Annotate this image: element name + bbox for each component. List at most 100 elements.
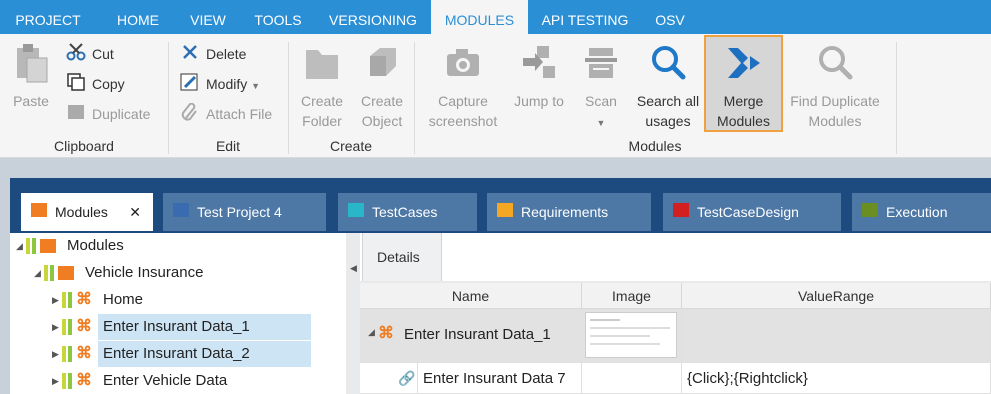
tab-label: TestCases	[372, 204, 438, 220]
create-folder-label: Create	[300, 93, 344, 109]
status-bars-icon	[62, 373, 74, 389]
value-range-text: {Click};{Rightclick}	[687, 370, 808, 387]
scan-button[interactable]: Scan ▼	[576, 42, 626, 133]
paperclip-icon	[180, 103, 200, 127]
magnifier-icon	[784, 42, 886, 89]
menu-tab-home[interactable]: HOME	[106, 0, 170, 34]
tab-test-project-4[interactable]: Test Project 4	[163, 193, 326, 231]
merge-modules-label: Merge	[723, 93, 764, 109]
tab-modules[interactable]: Modules ✕	[21, 193, 153, 231]
find-duplicate-modules-button[interactable]: Find Duplicate Modules	[784, 42, 886, 131]
expand-triangle-icon[interactable]: ▶	[52, 341, 59, 367]
tree-item-vehicle-insurance[interactable]: ◢ Vehicle Insurance	[10, 260, 346, 286]
column-header-image[interactable]: Image	[582, 283, 682, 309]
folder-icon	[348, 203, 364, 217]
duplicate-icon	[66, 103, 86, 127]
copy-label: Copy	[92, 76, 125, 92]
scissors-icon	[66, 43, 86, 67]
folder-icon	[31, 203, 47, 217]
tree-item-label: Enter Vehicle Data	[103, 372, 228, 389]
row-name: Enter Insurant Data_1	[404, 326, 551, 343]
tree-item-enter-insurant-data-2[interactable]: ▶ ⌘ Enter Insurant Data_2	[10, 341, 346, 367]
expand-triangle-icon[interactable]: ▶	[52, 287, 59, 313]
module-icon: ⌘	[76, 291, 92, 308]
copy-button[interactable]: Copy	[66, 73, 125, 95]
create-folder-button[interactable]: Create Folder	[294, 42, 350, 131]
capture-screenshot-button[interactable]: Capture screenshot	[424, 42, 502, 131]
folder-icon	[40, 239, 56, 253]
merge-modules-button[interactable]: Merge Modules	[706, 42, 781, 131]
capture-screenshot-label: Capture	[438, 93, 488, 109]
create-object-button[interactable]: Create Object	[354, 42, 410, 131]
chevron-left-icon[interactable]: ◀	[350, 263, 357, 274]
menu-tab-view[interactable]: VIEW	[180, 0, 236, 34]
tab-testcasedesign[interactable]: TestCaseDesign	[663, 193, 841, 231]
jump-to-button[interactable]: Jump to	[508, 42, 570, 111]
tree-item-modules[interactable]: ◢ Modules	[10, 233, 346, 259]
create-group-label: Create	[329, 138, 373, 154]
menu-tab-modules[interactable]: MODULES	[431, 0, 528, 34]
expand-triangle-icon[interactable]: ▶	[52, 368, 59, 394]
folder-icon	[673, 203, 689, 217]
delete-button[interactable]: Delete	[180, 43, 246, 65]
tab-label: Modules	[55, 204, 108, 220]
tree-item-label: Home	[103, 291, 144, 308]
close-icon[interactable]: ✕	[129, 193, 141, 231]
search-all-usages-button[interactable]: Search all usages	[630, 42, 706, 131]
copy-icon	[66, 73, 86, 97]
column-header-name[interactable]: Name	[360, 283, 582, 309]
menu-tab-versioning[interactable]: VERSIONING	[320, 0, 426, 34]
expand-triangle-icon[interactable]: ▶	[52, 314, 59, 340]
cut-label: Cut	[92, 46, 114, 62]
menu-tab-tools[interactable]: TOOLS	[246, 0, 310, 34]
module-icon: ⌘	[76, 372, 92, 389]
table-cell-image[interactable]	[582, 309, 682, 363]
table-cell-image[interactable]	[582, 363, 682, 394]
merge-modules-label: Modules	[717, 113, 770, 129]
tree-item-label: Enter Insurant Data_1	[98, 314, 311, 340]
group-divider	[896, 42, 897, 154]
table-cell-valuerange[interactable]: {Click};{Rightclick}	[682, 363, 991, 394]
menu-tab-project[interactable]: PROJECT	[0, 0, 96, 34]
duplicate-button[interactable]: Duplicate	[66, 103, 150, 125]
collapse-triangle-icon[interactable]: ◢	[368, 327, 375, 338]
duplicate-label: Duplicate	[92, 106, 151, 122]
table-row[interactable]: Enter Insurant Data 7	[418, 363, 582, 394]
search-all-usages-label: Search all	[636, 93, 700, 109]
collapse-triangle-icon[interactable]: ◢	[16, 233, 23, 259]
tab-label: Test Project 4	[197, 204, 282, 220]
link-icon: 🔗	[398, 370, 416, 386]
paste-button[interactable]: Paste	[6, 42, 56, 111]
cut-button[interactable]: Cut	[66, 43, 114, 65]
menu-tab-osv[interactable]: OSV	[642, 0, 698, 34]
menu-tab-api-testing[interactable]: API TESTING	[533, 0, 637, 34]
tab-testcases[interactable]: TestCases	[338, 193, 477, 231]
tree-item-enter-insurant-data-1[interactable]: ▶ ⌘ Enter Insurant Data_1	[10, 314, 346, 340]
status-bars-icon	[62, 319, 74, 335]
module-icon: ⌘	[76, 345, 92, 362]
search-all-usages-label: usages	[645, 113, 691, 129]
pencil-icon	[180, 73, 200, 97]
tree-item-label: Enter Insurant Data_2	[98, 341, 311, 367]
tab-execution[interactable]: Execution	[852, 193, 991, 231]
table-row[interactable]: ◢ ⌘ Enter Insurant Data_1	[360, 309, 582, 363]
table-cell-indent: 🔗	[360, 363, 418, 394]
modify-button[interactable]: Modify ▼	[180, 73, 260, 95]
column-header-valuerange[interactable]: ValueRange	[682, 283, 991, 309]
tab-requirements[interactable]: Requirements	[487, 193, 651, 231]
tree-item-enter-vehicle-data[interactable]: ▶ ⌘ Enter Vehicle Data	[10, 368, 346, 394]
panel-splitter[interactable]: ◀	[346, 233, 360, 394]
tab-label: Execution	[886, 204, 948, 220]
module-icon: ⌘	[76, 318, 92, 335]
tab-details[interactable]: Details	[362, 233, 442, 281]
tree-item-home[interactable]: ▶ ⌘ Home	[10, 287, 346, 313]
folder-icon	[497, 203, 513, 217]
table-cell-valuerange[interactable]	[682, 309, 991, 363]
row-name: Enter Insurant Data 7	[423, 370, 566, 387]
modify-label: Modify	[206, 76, 248, 92]
attach-file-label: Attach File	[206, 106, 273, 122]
scanner-icon	[576, 42, 626, 89]
attach-file-button[interactable]: Attach File	[180, 103, 272, 125]
screenshot-thumbnail	[585, 312, 677, 358]
collapse-triangle-icon[interactable]: ◢	[34, 260, 41, 286]
